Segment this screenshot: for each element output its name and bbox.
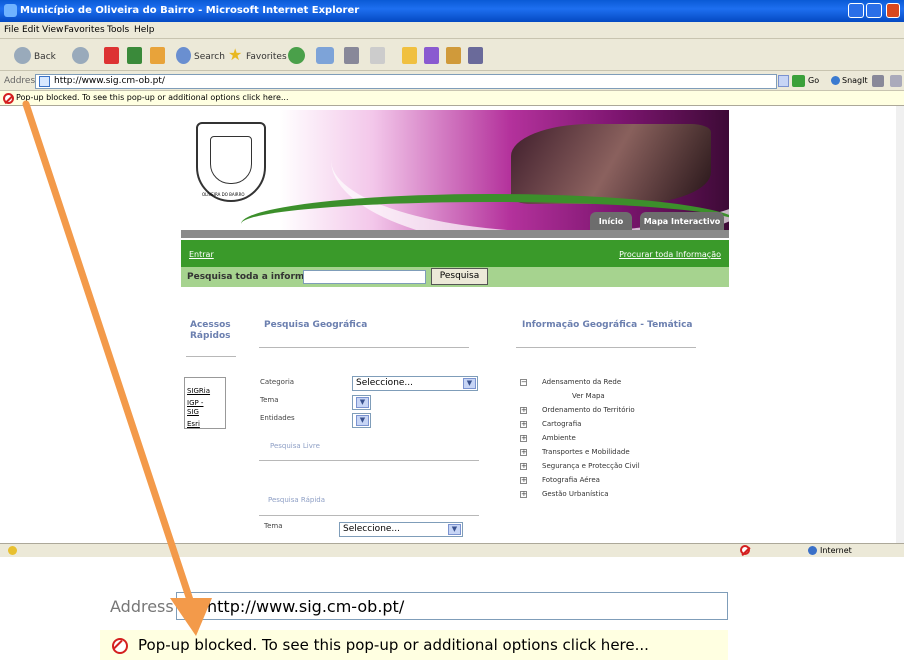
arrow-shaft	[22, 100, 194, 604]
arrow-head	[170, 598, 212, 636]
annotation-arrow	[22, 100, 212, 636]
